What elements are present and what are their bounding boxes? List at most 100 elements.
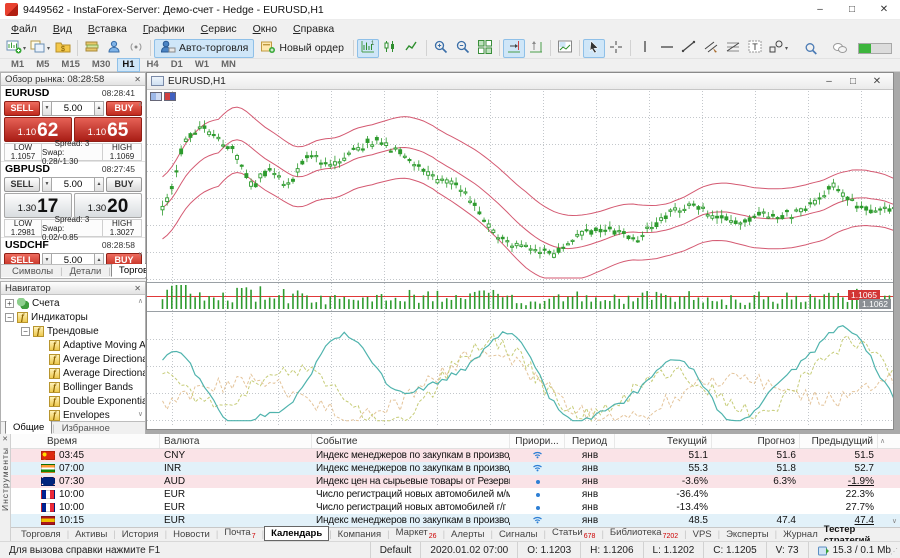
column-header-actual[interactable]: Текущий	[615, 434, 712, 448]
calendar-row[interactable]: 07:00INRИндекс менеджеров по закупкам в …	[11, 462, 900, 475]
tab-trade[interactable]: Торговля	[15, 529, 67, 541]
tree-item[interactable]: −fИндикаторы	[1, 310, 145, 324]
timeframe-m30[interactable]: M30	[87, 58, 115, 72]
shift-end-button[interactable]	[503, 39, 525, 58]
sell-button[interactable]: SELL	[4, 177, 40, 192]
timeframe-m5[interactable]: M5	[31, 58, 54, 72]
fibonacci-button[interactable]	[722, 39, 744, 58]
tab-common[interactable]: Общие	[5, 420, 52, 434]
stepper-down-icon[interactable]: ▼	[42, 101, 52, 116]
tree-item[interactable]: fEnvelopes	[1, 408, 145, 421]
chart-minimize-icon[interactable]: –	[817, 76, 841, 87]
person-button[interactable]	[103, 39, 125, 58]
menu-help[interactable]: Справка	[285, 21, 342, 37]
status-profile[interactable]: Default	[370, 542, 421, 558]
cursor-button[interactable]	[583, 39, 605, 58]
new-order-button[interactable]: Новый ордер	[254, 39, 350, 58]
auto-trading-button[interactable]: Авто-торговля	[154, 39, 254, 58]
tree-item[interactable]: fAverage Directional	[1, 366, 145, 380]
chart-canvas[interactable]: 1.1065 1.1062	[147, 90, 893, 429]
buy-button[interactable]: BUY	[106, 177, 142, 192]
close-icon[interactable]: ✕	[868, 0, 900, 19]
scroll-up-icon[interactable]: ∧	[138, 298, 143, 305]
maximize-icon[interactable]: □	[836, 0, 868, 19]
column-header-previous[interactable]: Предыдущий	[800, 434, 878, 448]
chart-restore-icon[interactable]: □	[841, 76, 865, 87]
tree-item[interactable]: −fТрендовые	[1, 324, 145, 338]
calendar-row[interactable]: 03:45CNYИндекс менеджеров по закупкам в …	[11, 449, 900, 462]
timeframe-w1[interactable]: W1	[190, 58, 214, 72]
books-button[interactable]	[81, 39, 103, 58]
sell-button[interactable]: SELL	[4, 101, 40, 116]
buy-button[interactable]: BUY	[106, 253, 142, 265]
column-header-forecast[interactable]: Прогноз	[712, 434, 800, 448]
vertical-line-button[interactable]	[634, 39, 656, 58]
column-header-period[interactable]: Период	[565, 434, 615, 448]
chart-grid-button[interactable]	[554, 39, 576, 58]
menu-file[interactable]: Файл	[3, 21, 45, 37]
sell-button[interactable]: SELL	[4, 253, 40, 265]
timeframe-h1[interactable]: H1	[117, 58, 139, 72]
tab-symbols[interactable]: Символы	[5, 266, 60, 277]
volume-stepper[interactable]: ▼5.00▲	[42, 101, 104, 116]
search-icon[interactable]	[800, 39, 822, 58]
chat-icon[interactable]	[829, 39, 851, 58]
stepper-down-icon[interactable]: ▼	[42, 177, 52, 192]
calendar-row[interactable]: 10:00EURЧисло регистраций новых автомоби…	[11, 488, 900, 501]
close-icon[interactable]: ✕	[2, 436, 8, 444]
menu-view[interactable]: Вид	[45, 21, 80, 37]
tree-item[interactable]: fAdaptive Moving Av	[1, 338, 145, 352]
tab-calendar[interactable]: Календарь	[264, 526, 329, 541]
stepper-down-icon[interactable]: ▼	[42, 253, 52, 265]
timeframe-h4[interactable]: H4	[142, 58, 164, 72]
minimize-icon[interactable]: –	[804, 0, 836, 19]
column-header-time[interactable]: Время	[11, 434, 160, 448]
trend-line-button[interactable]	[678, 39, 700, 58]
menu-service[interactable]: Сервис	[193, 21, 245, 37]
new-chart-button[interactable]: ▾	[4, 39, 28, 58]
tab-experts[interactable]: Эксперты	[720, 529, 775, 541]
timeframe-d1[interactable]: D1	[166, 58, 188, 72]
close-icon[interactable]: ✕	[134, 284, 141, 293]
candle-chart-button[interactable]	[379, 39, 401, 58]
tab-signals[interactable]: Сигналы	[493, 529, 544, 541]
bars-chart-button[interactable]: 1	[357, 39, 379, 58]
tab-history[interactable]: История	[116, 529, 165, 541]
timeframe-m1[interactable]: M1	[6, 58, 29, 72]
timeframe-m15[interactable]: M15	[56, 58, 84, 72]
scroll-up-icon[interactable]: ∧	[138, 101, 143, 108]
calendar-row[interactable]: 10:15EURИндекс менеджеров по закупкам в …	[11, 514, 900, 527]
tree-item[interactable]: fDouble Exponential	[1, 394, 145, 408]
calendar-row[interactable]: 07:30AUDИндекс цен на сырьевые товары от…	[11, 475, 900, 488]
text-tool-button[interactable]: T	[744, 39, 766, 58]
horizontal-line-button[interactable]	[656, 39, 678, 58]
calendar-row[interactable]: 10:00EURЧисло регистраций новых автомоби…	[11, 501, 900, 514]
tab-favorites[interactable]: Избранное	[55, 423, 117, 434]
expand-icon[interactable]: +	[5, 299, 14, 308]
tab-assets[interactable]: Активы	[69, 529, 113, 541]
tree-item[interactable]: fBollinger Bands	[1, 380, 145, 394]
stepper-up-icon[interactable]: ▲	[94, 177, 104, 192]
tile-windows-button[interactable]	[474, 39, 496, 58]
menu-insert[interactable]: Вставка	[80, 21, 135, 37]
tree-item[interactable]: fAverage Directional	[1, 352, 145, 366]
line-chart-button[interactable]	[401, 39, 423, 58]
scroll-down-icon[interactable]: ∨	[138, 411, 143, 418]
tab-vps[interactable]: VPS	[687, 529, 718, 541]
one-click-trading-icon[interactable]	[150, 92, 162, 101]
menu-charts[interactable]: Графики	[135, 21, 193, 37]
tree-item[interactable]: +Счета	[1, 296, 145, 310]
tab-news[interactable]: Новости	[167, 529, 216, 541]
collapse-icon[interactable]: −	[5, 313, 14, 322]
stepper-up-icon[interactable]: ▲	[94, 101, 104, 116]
tab-details[interactable]: Детали	[63, 266, 109, 277]
depth-of-market-icon[interactable]	[164, 92, 176, 101]
tab-alerts[interactable]: Алерты	[445, 529, 490, 541]
resize-grip[interactable]: ⋰	[890, 547, 898, 556]
chart-close-icon[interactable]: ✕	[865, 76, 889, 87]
stepper-up-icon[interactable]: ▲	[94, 253, 104, 265]
volume-stepper[interactable]: ▼5.00▲	[42, 177, 104, 192]
scroll-up-icon[interactable]: ∧	[880, 437, 885, 445]
timeframe-mn[interactable]: MN	[216, 58, 241, 72]
menu-window[interactable]: Окно	[245, 21, 285, 37]
